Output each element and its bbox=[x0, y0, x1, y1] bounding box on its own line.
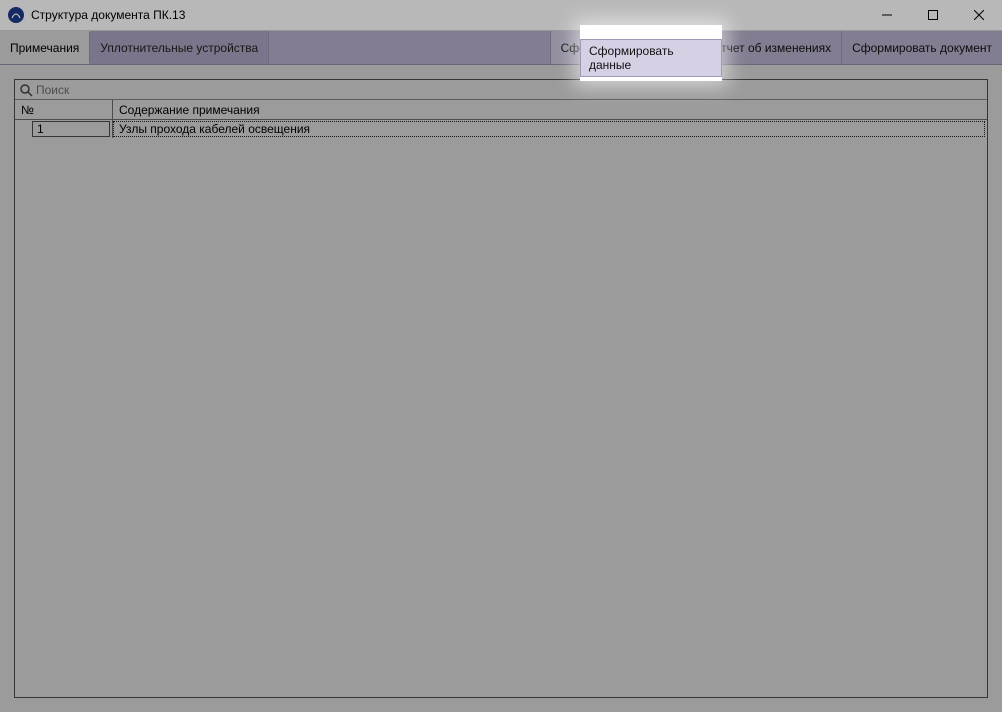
close-button[interactable] bbox=[956, 0, 1002, 30]
window-title: Структура документа ПК.13 bbox=[31, 8, 864, 22]
generate-doc-button[interactable]: Сформировать документ bbox=[841, 31, 1002, 64]
search-placeholder: Поиск bbox=[36, 83, 69, 97]
grid-header: № Содержание примечания bbox=[15, 100, 987, 120]
highlight-area: Сформировать данные bbox=[580, 25, 722, 81]
minimize-button[interactable] bbox=[864, 0, 910, 30]
generate-data-highlight-label: Сформировать данные bbox=[589, 44, 674, 72]
title-bar: Структура документа ПК.13 bbox=[0, 0, 1002, 31]
search-icon bbox=[19, 83, 33, 97]
search-bar[interactable]: Поиск bbox=[15, 80, 987, 100]
table-row[interactable]: 1 Узлы прохода кабелей освещения bbox=[15, 120, 987, 138]
cell-num[interactable]: 1 bbox=[15, 120, 113, 138]
main-panel: Поиск № Содержание примечания 1 Узлы про… bbox=[14, 79, 988, 698]
app-icon bbox=[8, 7, 24, 23]
tabs: Примечания Уплотнительные устройства bbox=[0, 31, 269, 64]
toolbar: Примечания Уплотнительные устройства Сфо… bbox=[0, 31, 1002, 65]
notes-grid: № Содержание примечания 1 Узлы прохода к… bbox=[15, 100, 987, 138]
tab-notes[interactable]: Примечания bbox=[0, 31, 90, 64]
maximize-button[interactable] bbox=[910, 0, 956, 30]
change-report-label: Отчет об изменениях bbox=[712, 41, 831, 55]
tab-notes-label: Примечания bbox=[10, 41, 79, 55]
client-area: Поиск № Содержание примечания 1 Узлы про… bbox=[0, 65, 1002, 712]
cell-content-value: Узлы прохода кабелей освещения bbox=[119, 122, 310, 136]
tab-seals[interactable]: Уплотнительные устройства bbox=[90, 31, 269, 64]
header-num[interactable]: № bbox=[15, 100, 113, 119]
header-content[interactable]: Содержание примечания bbox=[113, 100, 987, 119]
tab-seals-label: Уплотнительные устройства bbox=[100, 41, 258, 55]
cell-num-value: 1 bbox=[37, 122, 44, 136]
window-buttons bbox=[864, 0, 1002, 30]
generate-data-button-highlight[interactable]: Сформировать данные bbox=[580, 39, 722, 77]
cell-content[interactable]: Узлы прохода кабелей освещения bbox=[113, 121, 985, 137]
generate-doc-label: Сформировать документ bbox=[852, 41, 992, 55]
